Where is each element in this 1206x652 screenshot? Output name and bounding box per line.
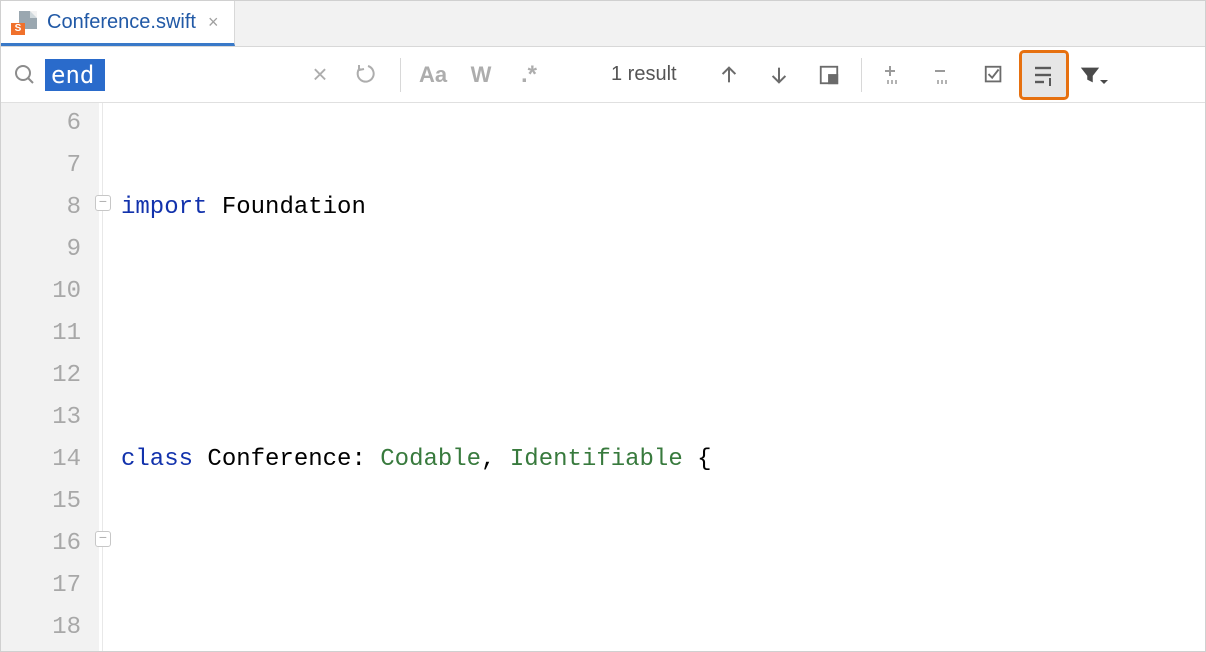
clear-search-button[interactable]: × xyxy=(300,55,340,95)
code-line: class Conference: Codable, Identifiable … xyxy=(121,439,1205,481)
whole-word-button[interactable]: W xyxy=(461,55,501,95)
code-editor[interactable]: 6 7 8 9 10 11 12 13 14 15 16 17 18 − − i… xyxy=(1,103,1205,651)
editor-tab-bar: S Conference.swift × xyxy=(1,1,1205,47)
editor-tab[interactable]: S Conference.swift × xyxy=(1,1,235,46)
select-all-button[interactable] xyxy=(807,53,851,97)
remove-selection-button[interactable] xyxy=(922,53,966,97)
find-toolbar: × Aa W .* 1 result xyxy=(1,47,1205,103)
result-count: 1 result xyxy=(571,63,701,86)
search-history-button[interactable] xyxy=(348,55,388,95)
search-icon xyxy=(13,63,37,87)
search-input[interactable] xyxy=(45,59,105,91)
next-match-button[interactable] xyxy=(757,53,801,97)
code-area[interactable]: import Foundation class Conference: Coda… xyxy=(121,103,1205,651)
add-selection-button[interactable] xyxy=(872,53,916,97)
code-line xyxy=(121,565,1205,607)
fold-gutter: − − xyxy=(99,103,121,651)
fold-toggle-icon[interactable]: − xyxy=(95,531,111,547)
prev-match-button[interactable] xyxy=(707,53,751,97)
tab-filename: Conference.swift xyxy=(47,11,196,34)
code-line xyxy=(121,313,1205,355)
filter-button[interactable] xyxy=(1072,53,1116,97)
regex-button[interactable]: .* xyxy=(509,55,549,95)
fold-toggle-icon[interactable]: − xyxy=(95,195,111,211)
close-tab-icon[interactable]: × xyxy=(206,12,221,33)
select-occurrences-button[interactable] xyxy=(972,53,1016,97)
search-in-selection-button[interactable] xyxy=(1022,53,1066,97)
match-case-button[interactable]: Aa xyxy=(413,55,453,95)
swift-file-icon: S xyxy=(13,11,37,33)
line-number-gutter: 6 7 8 9 10 11 12 13 14 15 16 17 18 xyxy=(1,103,99,651)
code-line: import Foundation xyxy=(121,187,1205,229)
